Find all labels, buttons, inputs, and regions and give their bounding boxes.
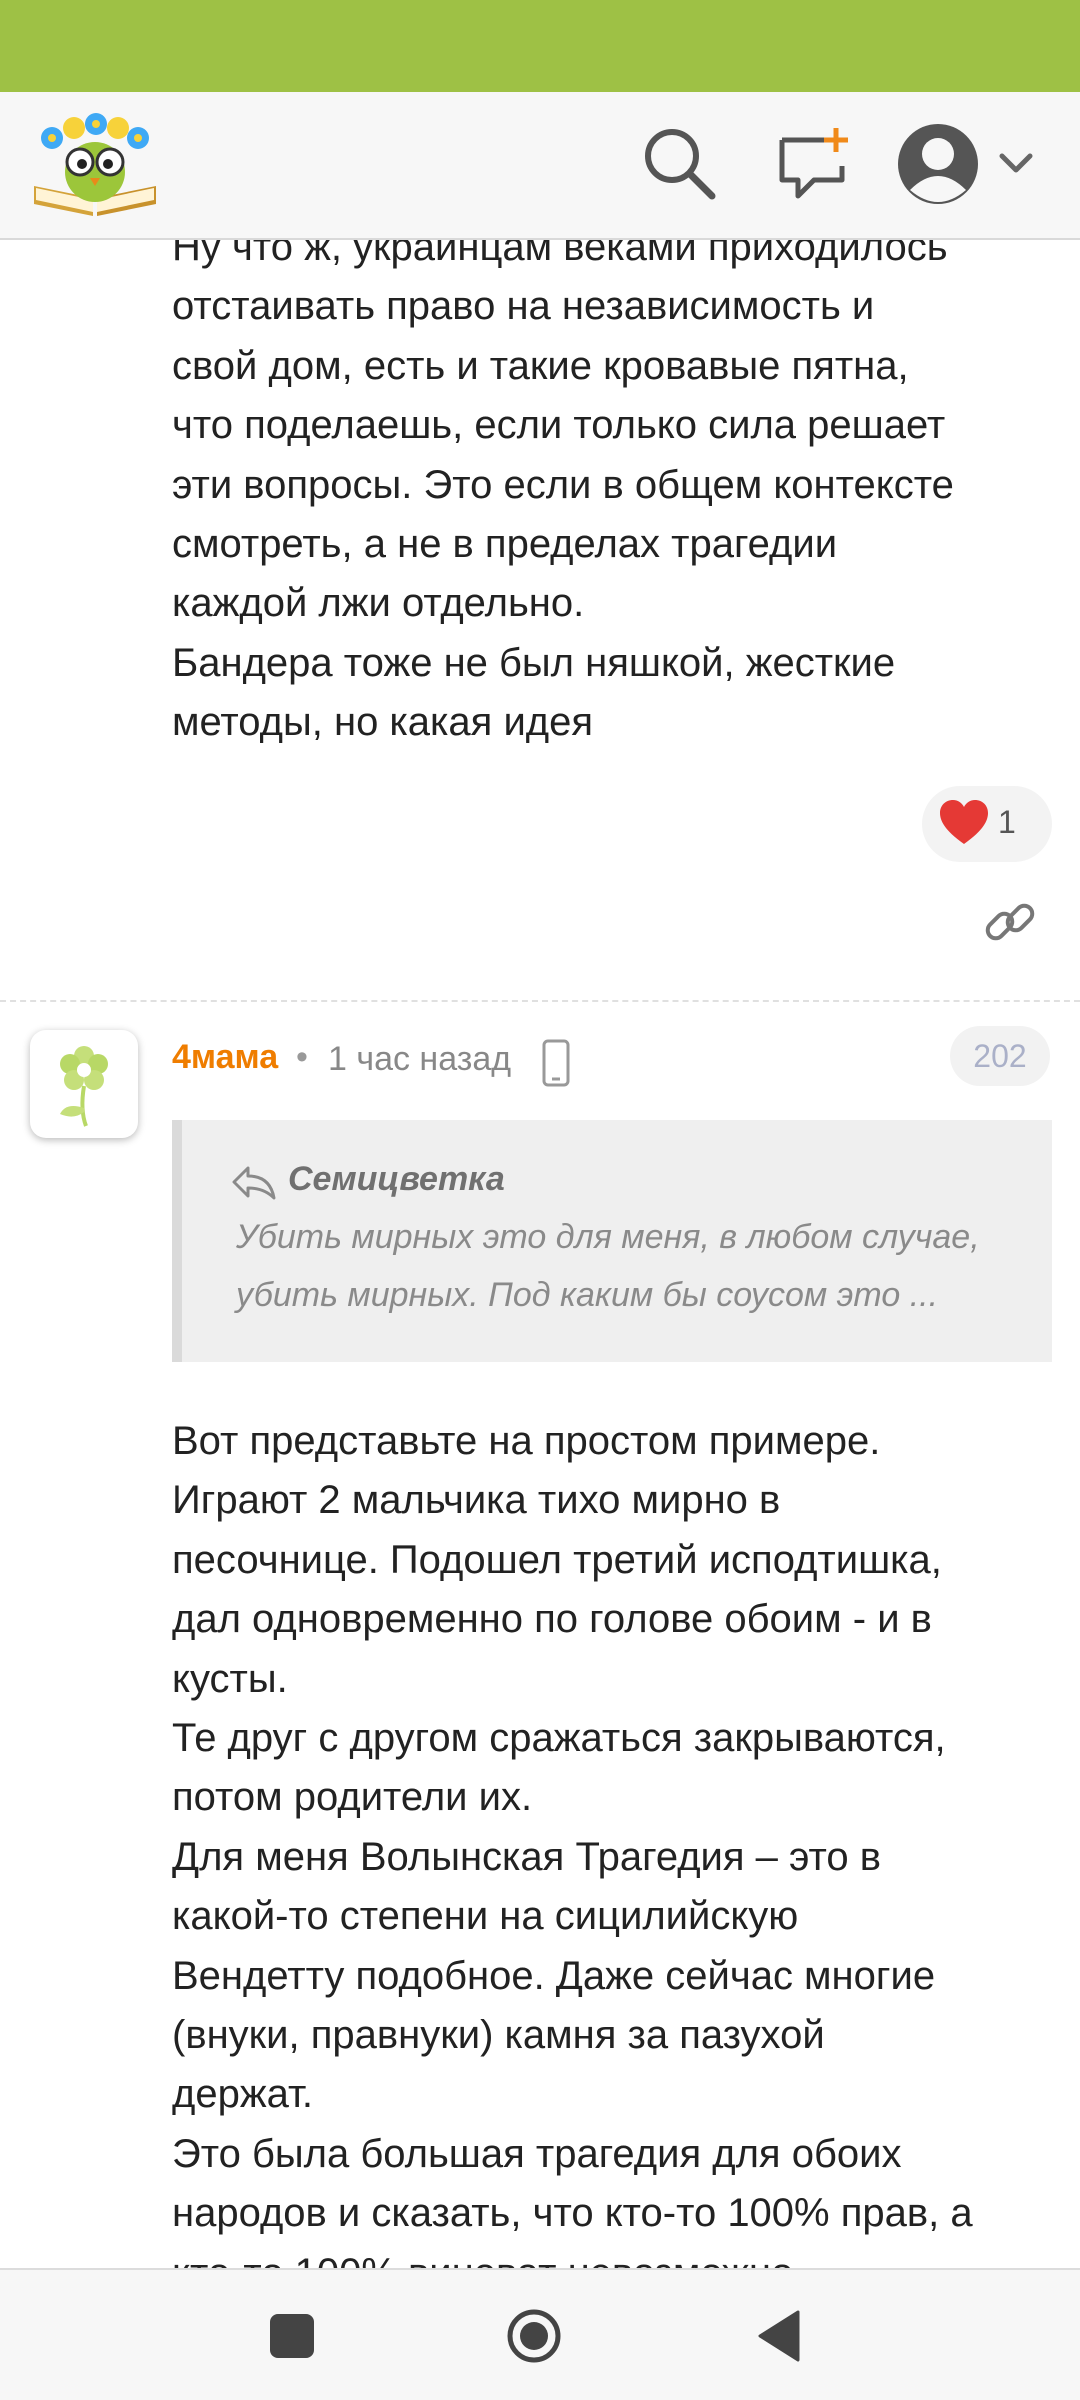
back-icon[interactable] bbox=[756, 2308, 802, 2364]
comment-author[interactable]: 4мама bbox=[172, 1038, 278, 1077]
reaction-count: 1 bbox=[998, 804, 1016, 840]
quoted-reply[interactable]: Семицветка Убить мирных это для меня, в … bbox=[172, 1120, 1052, 1362]
quote-text: Убить мирных это для меня, в любом случа… bbox=[236, 1218, 980, 1314]
comment-time: 1 час назад bbox=[328, 1040, 512, 1078]
reaction-button[interactable]: 1 bbox=[922, 786, 1052, 862]
top-navigation-bar bbox=[0, 92, 1080, 240]
status-bar bbox=[0, 0, 1080, 92]
feed-content: Ну что ж, украинцам веками приходилось о… bbox=[0, 240, 1080, 2268]
search-icon[interactable] bbox=[640, 124, 718, 202]
new-message-icon[interactable] bbox=[776, 126, 854, 202]
flower-avatar[interactable] bbox=[30, 1030, 138, 1138]
quote-author: Семицветка bbox=[288, 1160, 505, 1198]
comment-divider bbox=[0, 1000, 1080, 1002]
comment-text: Вот представьте на простом примере. Игра… bbox=[172, 1419, 973, 2268]
link-icon[interactable] bbox=[980, 892, 1040, 952]
recent-apps-icon[interactable] bbox=[270, 2314, 314, 2358]
comment-counter: 202 bbox=[950, 1026, 1050, 1086]
post-text: Ну что ж, украинцам веками приходилось о… bbox=[172, 240, 954, 745]
system-navigation-bar bbox=[0, 2268, 1080, 2400]
meta-separator: • bbox=[296, 1038, 308, 1076]
heart-icon bbox=[940, 800, 988, 844]
mobile-phone-icon bbox=[542, 1039, 570, 1087]
user-avatar-icon[interactable] bbox=[896, 122, 1046, 206]
owl-reading-book-logo[interactable] bbox=[30, 108, 160, 220]
home-icon[interactable] bbox=[506, 2308, 562, 2364]
reply-arrow-icon bbox=[232, 1166, 276, 1200]
